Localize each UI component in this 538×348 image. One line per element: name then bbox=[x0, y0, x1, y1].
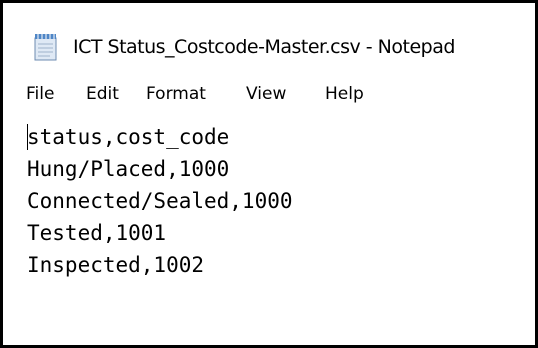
text-line: Inspected,1002 bbox=[27, 253, 205, 277]
text-line: Connected/Sealed,1000 bbox=[27, 189, 293, 213]
menu-file[interactable]: File bbox=[26, 82, 54, 106]
notepad-icon bbox=[33, 33, 59, 61]
text-line: Hung/Placed,1000 bbox=[27, 157, 230, 181]
text-line: status,cost_code bbox=[27, 125, 230, 149]
text-editor[interactable]: status,cost_code Hung/Placed,1000 Connec… bbox=[3, 113, 535, 345]
menu-view[interactable]: View bbox=[246, 82, 286, 106]
text-caret bbox=[27, 124, 28, 150]
text-line: Tested,1001 bbox=[27, 221, 167, 245]
menu-bar: File Edit Format View Help bbox=[3, 78, 535, 110]
window-title: ICT Status_Costcode-Master.csv - Notepad bbox=[73, 36, 455, 58]
menu-edit[interactable]: Edit bbox=[86, 82, 119, 106]
notepad-window: ICT Status_Costcode-Master.csv - Notepad… bbox=[0, 0, 538, 348]
menu-format[interactable]: Format bbox=[146, 82, 206, 106]
menu-help[interactable]: Help bbox=[325, 82, 364, 106]
title-bar[interactable]: ICT Status_Costcode-Master.csv - Notepad bbox=[3, 3, 535, 73]
